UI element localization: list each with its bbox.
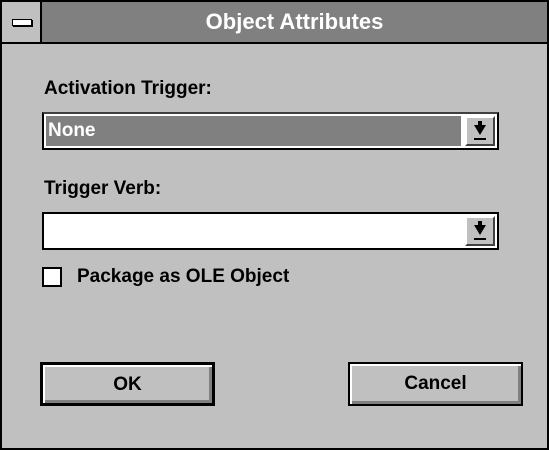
activation-trigger-combo[interactable]: None xyxy=(42,112,499,150)
dropdown-arrow-underline xyxy=(474,238,486,240)
dropdown-arrow-underline xyxy=(474,138,486,140)
package-as-ole-label[interactable]: Package as OLE Object xyxy=(77,266,289,288)
ok-button[interactable]: OK xyxy=(40,362,215,406)
trigger-verb-dropdown-button[interactable] xyxy=(465,216,495,246)
dropdown-arrow-head xyxy=(474,225,486,235)
activation-trigger-dropdown-button[interactable] xyxy=(465,116,495,146)
cancel-button[interactable]: Cancel xyxy=(348,362,523,406)
trigger-verb-combo[interactable] xyxy=(42,212,499,250)
object-attributes-dialog: Object Attributes Activation Trigger: No… xyxy=(0,0,549,450)
trigger-verb-value[interactable] xyxy=(46,216,461,246)
dropdown-arrow-head xyxy=(474,125,486,135)
package-as-ole-checkbox[interactable] xyxy=(42,267,62,287)
dialog-title: Object Attributes xyxy=(205,9,384,34)
system-menu-icon xyxy=(12,19,32,26)
activation-trigger-label: Activation Trigger: xyxy=(44,78,212,99)
system-menu-button[interactable] xyxy=(2,2,42,42)
title-bar[interactable]: Object Attributes xyxy=(2,2,547,44)
trigger-verb-label: Trigger Verb: xyxy=(44,178,162,199)
activation-trigger-value[interactable]: None xyxy=(46,116,461,146)
